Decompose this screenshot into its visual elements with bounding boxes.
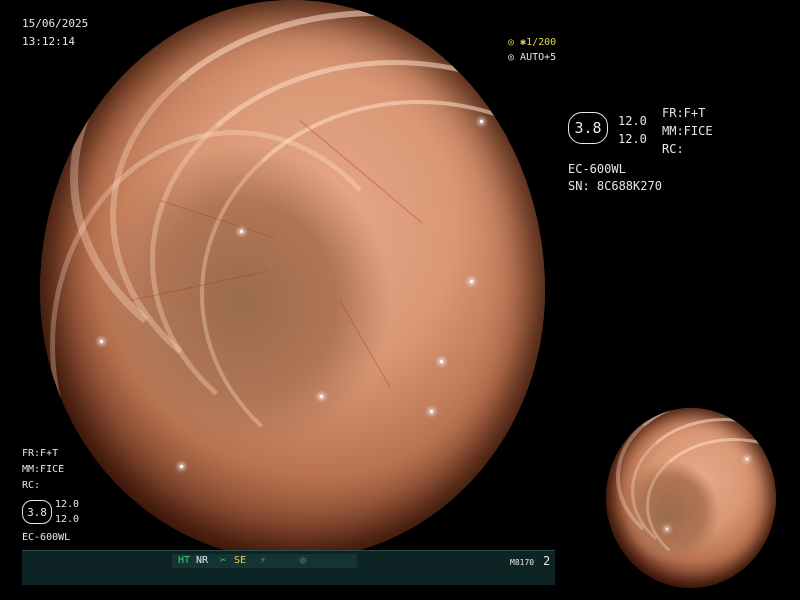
value-top: 12.0: [618, 114, 647, 128]
bl-value-box: 3.8: [22, 500, 52, 524]
record-icon: ◎: [300, 555, 307, 566]
status-code: M8170: [510, 558, 535, 567]
flash-icon: ⚡: [260, 555, 267, 566]
date-label: 15/06/2025: [22, 17, 89, 30]
time-label: 13:12:14: [22, 35, 75, 48]
bl-rc-label: RC:: [22, 480, 41, 491]
auto-icon: ◎: [508, 52, 521, 63]
status-bar: HT NR ✂ SE ⚡ ◎ M8170 2: [22, 550, 555, 585]
bl-scope-model: EC-600WL: [22, 532, 71, 543]
value-box: 3.8: [568, 112, 608, 144]
status-indicators: HT NR ✂ SE ⚡ ◎: [172, 554, 357, 568]
page-number: 2: [543, 554, 551, 568]
pip-endoscope-view: [606, 408, 776, 588]
bl-value-bottom: 12.0: [55, 514, 80, 525]
rc-label: RC:: [662, 142, 684, 156]
main-endoscope-view: [40, 0, 545, 560]
ht-indicator: HT: [178, 555, 191, 566]
se-icon: ✂: [220, 555, 227, 566]
bl-value-top: 12.0: [55, 499, 80, 510]
shutter-indicator: ◎ ✱1/200: [508, 37, 557, 48]
bl-mm-label: MM:FICE: [22, 464, 65, 475]
scope-model: EC-600WL: [568, 162, 626, 176]
mm-label: MM:FICE: [662, 124, 713, 138]
fr-label: FR:F+T: [662, 106, 706, 120]
bl-fr-label: FR:F+T: [22, 448, 59, 459]
exposure-icon: ◎ ✱: [508, 37, 527, 48]
auto-indicator: ◎ AUTO+5: [508, 52, 557, 63]
se-indicator: SE: [234, 555, 247, 566]
value-bottom: 12.0: [618, 132, 647, 146]
scope-serial: SN: 8C688K270: [568, 179, 662, 193]
nr-indicator: NR: [196, 555, 209, 566]
